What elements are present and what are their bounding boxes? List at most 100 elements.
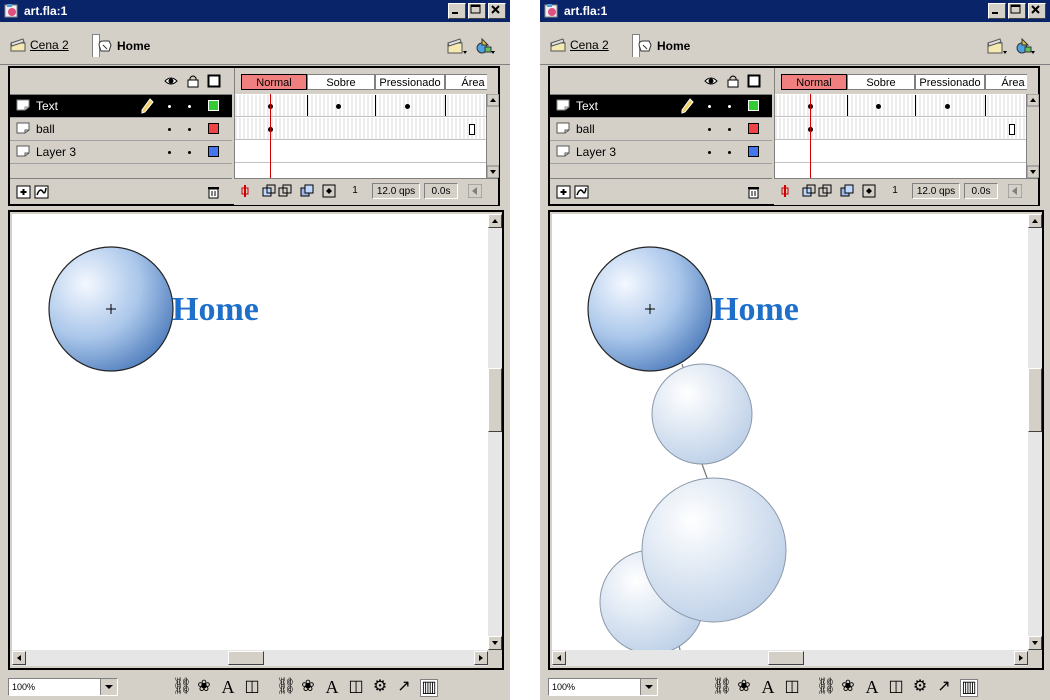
- stage-vertical-scrollbar[interactable]: [1028, 214, 1042, 650]
- mixer-palette-icon-2[interactable]: ❀: [840, 679, 856, 695]
- character-panel-icon-2[interactable]: A: [324, 678, 340, 696]
- title-bar[interactable]: art.fla:1: [0, 0, 510, 22]
- scroll-right-button[interactable]: [1014, 651, 1028, 665]
- timeline-scrollbar[interactable]: [1026, 94, 1039, 178]
- layer-color-swatch[interactable]: [748, 123, 759, 134]
- stage-vertical-scrollbar[interactable]: [488, 214, 502, 650]
- scroll-right-button[interactable]: [474, 651, 488, 665]
- title-bar[interactable]: art.fla:1: [540, 0, 1050, 22]
- lock-icon[interactable]: [186, 74, 200, 88]
- edit-scene-icon[interactable]: [986, 36, 1008, 56]
- add-guide-layer-icon[interactable]: [574, 185, 589, 199]
- timeline-scrollbar[interactable]: [486, 94, 499, 178]
- layer-color-swatch[interactable]: [748, 146, 759, 157]
- frame-row-text[interactable]: [235, 95, 487, 117]
- add-layer-icon[interactable]: [16, 185, 31, 199]
- info-panel-icon-2[interactable]: ⛓: [816, 679, 836, 695]
- frame-row-layer3[interactable]: [235, 141, 487, 163]
- scroll-down-button[interactable]: [488, 636, 502, 650]
- frames-area[interactable]: Normal Sobre Pressionado Área: [234, 68, 487, 178]
- eye-icon[interactable]: [704, 74, 718, 88]
- onion-skin-icon[interactable]: [262, 184, 276, 198]
- movie-explorer-icon[interactable]: ⚙: [372, 679, 388, 695]
- library-icon[interactable]: ▥: [420, 679, 438, 697]
- onion-skin-outlines-icon[interactable]: [278, 184, 292, 198]
- frame-label-normal[interactable]: Normal: [241, 74, 307, 90]
- frames-area[interactable]: Normal Sobre Pressionado Área: [774, 68, 1027, 178]
- trash-icon[interactable]: [746, 185, 761, 199]
- info-panel-icon[interactable]: ⛓: [712, 679, 732, 695]
- character-panel-icon-2[interactable]: A: [864, 678, 880, 696]
- frame-row-ball[interactable]: [235, 118, 487, 140]
- frame-label-pressionado[interactable]: Pressionado: [915, 74, 985, 90]
- modify-onion-markers-icon[interactable]: [862, 184, 876, 198]
- outline-icon[interactable]: [747, 74, 761, 88]
- info-panel-icon-2[interactable]: ⛓: [276, 679, 296, 695]
- edit-symbols-icon[interactable]: [1014, 36, 1036, 56]
- actions-panel-icon[interactable]: ↗: [396, 679, 412, 695]
- scroll-up-button[interactable]: [488, 214, 502, 228]
- mixer-palette-icon[interactable]: ❀: [736, 679, 752, 695]
- outline-icon[interactable]: [207, 74, 221, 88]
- actions-panel-icon[interactable]: ↗: [936, 679, 952, 695]
- frame-row-layer3[interactable]: [775, 141, 1027, 163]
- horizontal-scroll-thumb[interactable]: [768, 651, 804, 665]
- movie-explorer-icon[interactable]: ⚙: [912, 679, 928, 695]
- layer-row-text[interactable]: Text: [550, 95, 772, 118]
- stage-canvas[interactable]: Home: [12, 214, 488, 650]
- symbol-tab-home[interactable]: Home: [632, 34, 690, 57]
- zoom-select[interactable]: 100%: [8, 678, 118, 696]
- maximize-button[interactable]: [468, 3, 486, 19]
- scroll-up-button[interactable]: [1028, 214, 1042, 228]
- eye-icon[interactable]: [164, 74, 178, 88]
- library-icon[interactable]: ▥: [960, 679, 978, 697]
- playhead[interactable]: [810, 94, 811, 178]
- layer-row-text[interactable]: Text: [10, 95, 232, 118]
- instance-panel-icon-2[interactable]: ◫: [888, 679, 904, 695]
- frame-label-pressionado[interactable]: Pressionado: [375, 74, 445, 90]
- minimize-button[interactable]: [448, 3, 466, 19]
- scroll-left-button[interactable]: [552, 651, 566, 665]
- layer-color-swatch[interactable]: [208, 123, 219, 134]
- add-layer-icon[interactable]: [556, 185, 571, 199]
- lock-icon[interactable]: [726, 74, 740, 88]
- onion-skin-icon[interactable]: [802, 184, 816, 198]
- maximize-button[interactable]: [1008, 3, 1026, 19]
- onion-skin-outlines-icon[interactable]: [818, 184, 832, 198]
- instance-panel-icon-2[interactable]: ◫: [348, 679, 364, 695]
- zoom-select[interactable]: 100%: [548, 678, 658, 696]
- center-frame-icon[interactable]: [778, 184, 792, 198]
- layer-color-swatch[interactable]: [208, 146, 219, 157]
- edit-multiple-frames-icon[interactable]: [300, 184, 314, 198]
- mixer-palette-icon-2[interactable]: ❀: [300, 679, 316, 695]
- symbol-tab-home[interactable]: Home: [92, 34, 150, 57]
- edit-symbols-icon[interactable]: [474, 36, 496, 56]
- frame-label-sobre[interactable]: Sobre: [307, 74, 375, 90]
- layer-color-swatch[interactable]: [748, 100, 759, 111]
- character-panel-icon[interactable]: A: [220, 678, 236, 696]
- zoom-dropdown-button[interactable]: [100, 679, 117, 695]
- timeline-scroll-left-icon[interactable]: [1008, 184, 1022, 198]
- instance-panel-icon[interactable]: ◫: [784, 679, 800, 695]
- add-guide-layer-icon[interactable]: [34, 185, 49, 199]
- edit-scene-icon[interactable]: [446, 36, 468, 56]
- home-text[interactable]: Home: [172, 290, 259, 330]
- frame-row-text[interactable]: [775, 95, 1027, 117]
- zoom-dropdown-button[interactable]: [640, 679, 657, 695]
- frame-label-sobre[interactable]: Sobre: [847, 74, 915, 90]
- info-panel-icon[interactable]: ⛓: [172, 679, 192, 695]
- mixer-palette-icon[interactable]: ❀: [196, 679, 212, 695]
- modify-onion-markers-icon[interactable]: [322, 184, 336, 198]
- close-button[interactable]: [488, 3, 506, 19]
- frame-label-area[interactable]: Área: [985, 74, 1027, 90]
- stage-canvas[interactable]: Home: [552, 214, 1028, 650]
- edit-multiple-frames-icon[interactable]: [840, 184, 854, 198]
- close-button[interactable]: [1028, 3, 1046, 19]
- vertical-scroll-thumb[interactable]: [1028, 368, 1042, 432]
- timeline-scroll-left-icon[interactable]: [468, 184, 482, 198]
- scroll-down-button[interactable]: [1028, 636, 1042, 650]
- trash-icon[interactable]: [206, 185, 221, 199]
- minimize-button[interactable]: [988, 3, 1006, 19]
- playhead[interactable]: [270, 94, 271, 178]
- stage-horizontal-scrollbar[interactable]: [12, 650, 488, 666]
